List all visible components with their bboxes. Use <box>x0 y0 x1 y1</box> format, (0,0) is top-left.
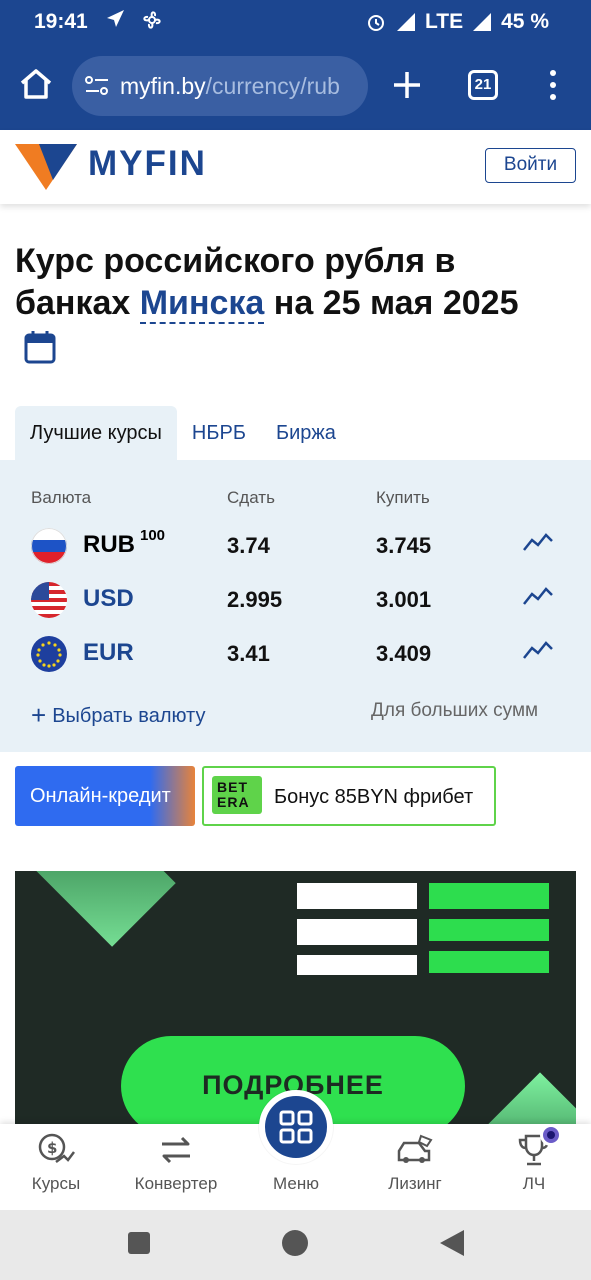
browser-chrome: 19:41 LTE 45 % myfin.by/currency/rub 21 <box>0 0 591 130</box>
eu-flag-icon <box>31 636 67 672</box>
trend-chart-icon[interactable] <box>522 584 554 608</box>
currency-unit: 100 <box>140 527 166 544</box>
nav-label: Конвертер <box>134 1174 218 1193</box>
tab-switcher-button[interactable]: 21 <box>468 70 498 100</box>
rate-row-rub[interactable]: RUB 100 3.74 3.745 <box>0 520 591 574</box>
nav-label: ЛЧ <box>522 1174 546 1193</box>
home-circle-icon[interactable] <box>282 1230 308 1256</box>
page-title: Курс российского рубля в банках Минска н… <box>15 240 580 324</box>
betera-logo: BET ERA <box>212 776 262 814</box>
trend-chart-icon[interactable] <box>522 530 554 554</box>
url-path: /currency/rub <box>205 73 340 99</box>
convert-icon <box>162 1136 190 1164</box>
trend-chart-icon[interactable] <box>522 638 554 662</box>
battery-level: 45 % <box>501 10 549 33</box>
header-buy: Купить <box>376 488 430 507</box>
rate-row-eur[interactable]: EUR 3.41 3.409 <box>0 628 591 682</box>
status-right: LTE 45 % <box>365 10 549 34</box>
car-icon <box>397 1134 433 1163</box>
menu-fab-button[interactable] <box>259 1090 333 1164</box>
recents-icon[interactable] <box>128 1232 150 1254</box>
title-part2: на 25 мая 2025 <box>264 284 519 322</box>
header-sell: Сдать <box>227 488 275 507</box>
tab-nbrb[interactable]: НБРБ <box>177 406 261 460</box>
tab-exchange[interactable]: Биржа <box>261 406 351 460</box>
nav-item-converter[interactable]: Конвертер <box>126 1132 226 1194</box>
buy-rate: 3.001 <box>376 587 432 612</box>
fan-icon <box>143 11 161 29</box>
notification-badge <box>540 1124 562 1146</box>
banner-graphic <box>297 871 425 1001</box>
rate-row-usd[interactable]: USD 2.995 3.001 <box>0 574 591 628</box>
sell-rate: 3.74 <box>227 533 270 558</box>
plus-icon: + <box>31 700 47 730</box>
currency-code: RUB 100 <box>83 527 166 558</box>
pick-currency-link[interactable]: + Выбрать валюту <box>31 698 206 730</box>
large-sums-link[interactable]: Для больших сумм <box>371 700 538 722</box>
pick-currency-label: Выбрать валюту <box>52 705 206 727</box>
svg-text:$: $ <box>47 1139 57 1157</box>
banner-graphic-green <box>429 871 557 1001</box>
nav-label: Курсы <box>31 1174 81 1193</box>
us-flag-icon <box>31 582 67 618</box>
bonus-label: Бонус 85BYN фрибет <box>274 786 474 808</box>
nav-item-menu[interactable]: Меню <box>246 1174 346 1194</box>
url-bar-row: myfin.by/currency/rub 21 <box>0 56 591 116</box>
ru-flag-icon <box>31 528 67 564</box>
home-icon[interactable] <box>18 66 54 102</box>
nav-label: Меню <box>273 1174 319 1193</box>
rate-tabs: Лучшие курсы НБРБ Биржа <box>15 406 351 460</box>
url-text[interactable]: myfin.by/currency/rub <box>120 73 356 100</box>
grid-icon <box>279 1110 313 1144</box>
calendar-icon[interactable] <box>24 330 56 364</box>
currency-code[interactable]: EUR <box>83 639 134 667</box>
site-header: MYFIN Войти <box>0 130 591 204</box>
address-bar[interactable]: myfin.by/currency/rub <box>72 56 368 116</box>
online-credit-button[interactable]: Онлайн-кредит <box>15 766 195 826</box>
network-type: LTE <box>425 10 464 33</box>
currency-icon: $ <box>38 1133 75 1163</box>
city-selector[interactable]: Минска <box>139 284 265 324</box>
system-navigation-bar <box>0 1210 591 1280</box>
back-icon[interactable] <box>440 1230 464 1256</box>
myfin-logo-icon[interactable] <box>15 144 77 190</box>
new-tab-icon[interactable] <box>390 68 424 102</box>
buy-rate: 3.745 <box>376 533 432 558</box>
betera-bonus-button[interactable]: BET ERA Бонус 85BYN фрибет <box>202 766 496 826</box>
nav-item-rates[interactable]: $ Курсы <box>6 1132 106 1194</box>
login-button[interactable]: Войти <box>485 148 576 183</box>
sell-rate: 2.995 <box>227 587 283 612</box>
url-host: myfin.by <box>120 73 206 99</box>
banner-gem-shape <box>34 871 176 947</box>
nav-item-lch[interactable]: ЛЧ <box>484 1132 584 1194</box>
sell-rate: 3.41 <box>227 641 270 666</box>
currency-code[interactable]: USD <box>83 585 134 613</box>
tab-best-rates[interactable]: Лучшие курсы <box>15 406 177 460</box>
site-settings-icon[interactable] <box>84 74 110 98</box>
nav-label: Лизинг <box>388 1174 442 1193</box>
banner-gem-shape <box>476 1072 576 1131</box>
signal-icon <box>397 13 416 31</box>
nav-item-leasing[interactable]: Лизинг <box>365 1132 465 1194</box>
status-time: 19:41 <box>34 10 88 33</box>
signal-strength-icon <box>473 13 492 31</box>
logo-text[interactable]: MYFIN <box>88 144 207 184</box>
location-arrow-icon <box>107 10 124 27</box>
header-currency: Валюта <box>31 488 92 507</box>
alarm-icon <box>368 15 385 31</box>
status-left-icons <box>104 8 164 32</box>
more-menu-icon[interactable] <box>550 70 558 104</box>
rates-panel: Валюта Сдать Купить RUB 100 3.74 3.745 US… <box>0 460 591 752</box>
status-bar: 19:41 LTE 45 % <box>0 0 591 44</box>
buy-rate: 3.409 <box>376 641 432 666</box>
